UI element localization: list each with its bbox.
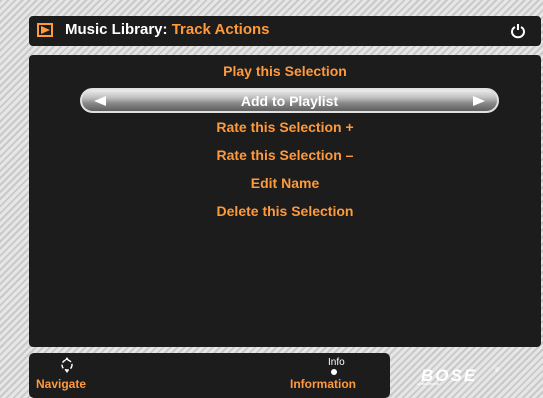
svg-text:BOSE: BOSE bbox=[421, 366, 477, 385]
info-button-label: Info bbox=[328, 357, 345, 368]
app-root: Music Library: Track Actions Play this S… bbox=[0, 0, 543, 398]
navigate-pad-icon bbox=[61, 357, 73, 373]
arrow-right-icon[interactable] bbox=[473, 96, 485, 106]
menu-item-delete-selection[interactable]: Delete this Selection bbox=[29, 199, 541, 223]
menu-item-rate-minus[interactable]: Rate this Selection – bbox=[29, 143, 541, 167]
information-label: Information bbox=[290, 377, 356, 391]
title-prefix: Music Library: bbox=[65, 21, 168, 38]
selected-item-label: Add to Playlist bbox=[240, 93, 339, 109]
menu-item-play-selection[interactable]: Play this Selection bbox=[29, 59, 541, 83]
navigate-label: Navigate bbox=[36, 377, 87, 391]
power-icon[interactable] bbox=[509, 23, 527, 39]
info-button-icon[interactable] bbox=[331, 369, 337, 375]
footer-bar: Navigate Info Information bbox=[29, 353, 390, 398]
svg-text:®: ® bbox=[495, 367, 500, 374]
bose-logo: BOSE ® bbox=[417, 366, 500, 385]
page-title: Music Library: Track Actions bbox=[65, 21, 270, 38]
menu-item-rate-plus[interactable]: Rate this Selection + bbox=[29, 115, 541, 139]
menu-item-edit-name[interactable]: Edit Name bbox=[29, 171, 541, 195]
play-box-icon bbox=[37, 23, 53, 37]
title-accent: Track Actions bbox=[171, 21, 270, 38]
menu-item-add-to-playlist[interactable]: Add to Playlist bbox=[80, 88, 499, 113]
header-bar: Music Library: Track Actions bbox=[29, 16, 541, 46]
menu-panel: Play this Selection Add to Playlist Rate… bbox=[29, 55, 541, 347]
